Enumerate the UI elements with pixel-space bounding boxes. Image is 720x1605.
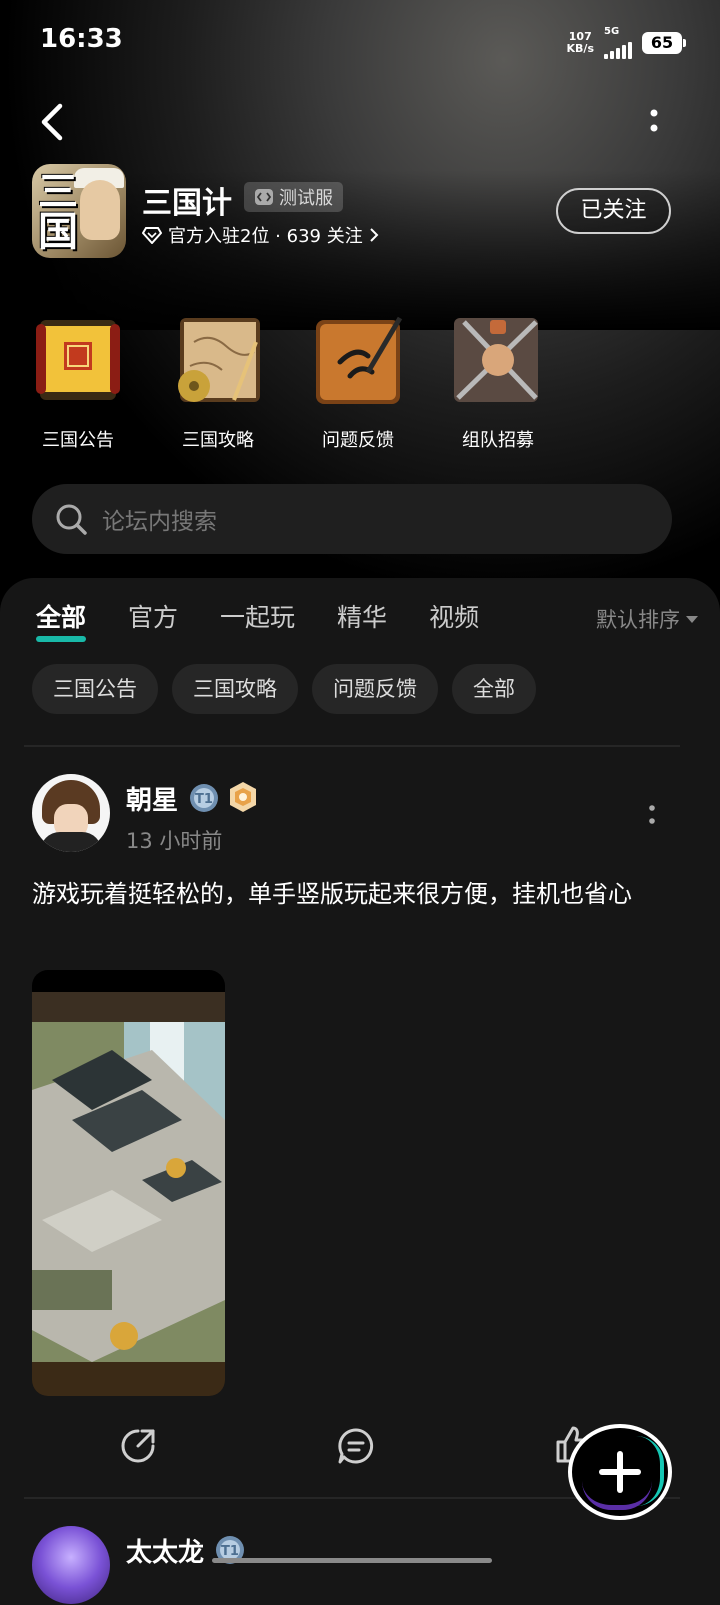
chevron-right-icon xyxy=(369,228,379,242)
create-post-button[interactable] xyxy=(568,1424,672,1520)
post-image-game-screenshot[interactable] xyxy=(32,970,225,1396)
game-logo: 三国 xyxy=(32,164,126,258)
shortcut-label: 三国攻略 xyxy=(182,430,254,451)
more-options-icon[interactable] xyxy=(644,104,664,140)
shortcut-label: 三国公告 xyxy=(42,430,114,451)
scroll-seal-icon xyxy=(36,320,120,400)
tab-featured[interactable]: 精华 xyxy=(337,598,387,634)
shortcut-label: 问题反馈 xyxy=(322,430,394,451)
game-meta[interactable]: 官方入驻2位 · 639 关注 xyxy=(142,222,379,248)
status-time: 16:33 xyxy=(40,24,123,54)
chip-feedback[interactable]: 问题反馈 xyxy=(312,664,438,714)
post-author[interactable]: 朝星 xyxy=(126,780,178,817)
avatar[interactable] xyxy=(32,774,110,852)
code-icon xyxy=(255,189,273,205)
brush-board-icon xyxy=(316,316,403,404)
chip-all[interactable]: 全部 xyxy=(452,664,536,714)
shortcut-announcement[interactable]: 三国公告 xyxy=(28,312,128,452)
chip-guide[interactable]: 三国攻略 xyxy=(172,664,298,714)
shortcut-label: 组队招募 xyxy=(462,430,534,451)
divider xyxy=(24,745,680,747)
chip-announcement[interactable]: 三国公告 xyxy=(32,664,158,714)
shortcut-feedback[interactable]: 问题反馈 xyxy=(308,312,408,452)
tab-video[interactable]: 视频 xyxy=(429,598,479,634)
signal-group: 5G xyxy=(604,26,632,59)
medal-icon xyxy=(230,782,256,812)
network-type: 5G xyxy=(604,26,620,37)
post-content[interactable]: 游戏玩着挺轻松的，单手竖版玩起来很方便，挂机也省心 xyxy=(32,874,682,915)
shortcut-team-recruit[interactable]: 组队招募 xyxy=(448,312,548,452)
test-server-badge: 测试服 xyxy=(244,182,343,212)
battery-icon: 65 xyxy=(642,31,686,54)
signal-icon xyxy=(604,41,632,59)
follow-button[interactable]: 已关注 xyxy=(556,188,671,234)
game-name: 三国计 xyxy=(142,186,232,221)
shortcut-row: 三国公告 三国攻略 问题反馈 组队招募 xyxy=(28,312,548,452)
sort-label: 默认排序 xyxy=(596,608,680,632)
diamond-icon xyxy=(142,227,162,244)
plus-icon xyxy=(599,1451,641,1493)
game-screenshot-image xyxy=(32,970,225,1396)
post-more-icon[interactable] xyxy=(644,802,660,828)
shortcut-guide[interactable]: 三国攻略 xyxy=(168,312,268,452)
sort-dropdown[interactable]: 默认排序 xyxy=(596,604,698,634)
search-icon xyxy=(56,504,87,535)
search-placeholder: 论坛内搜索 xyxy=(102,509,217,535)
tab-official[interactable]: 官方 xyxy=(128,598,178,634)
tab-indicator xyxy=(36,636,87,642)
tab-label: 全部 xyxy=(36,603,87,632)
avatar[interactable] xyxy=(32,1526,110,1604)
tab-all[interactable]: 全部 xyxy=(36,598,87,642)
test-badge-label: 测试服 xyxy=(279,188,333,209)
feed-tabs: 全部 官方 一起玩 精华 视频 xyxy=(36,598,521,642)
comment-icon[interactable] xyxy=(336,1426,376,1466)
crossed-weapons-icon xyxy=(454,318,538,402)
tab-play-together[interactable]: 一起玩 xyxy=(220,598,295,634)
caret-down-icon xyxy=(686,615,698,623)
home-indicator[interactable] xyxy=(212,1558,492,1563)
status-icons: 107 KB/s 5G 65 xyxy=(566,26,686,59)
map-scroll-icon xyxy=(178,318,260,402)
post-time: 13 小时前 xyxy=(126,829,223,853)
share-icon[interactable] xyxy=(118,1426,158,1466)
network-speed: 107 KB/s xyxy=(566,29,594,55)
forum-search-input[interactable]: 论坛内搜索 xyxy=(32,484,672,554)
post-author[interactable]: 太太龙 xyxy=(126,1532,204,1569)
level-badge-text: T1 xyxy=(195,792,213,807)
speed-unit: KB/s xyxy=(566,41,594,55)
back-arrow-icon[interactable] xyxy=(36,100,76,144)
level-badge-icon: T1 xyxy=(190,784,218,812)
level-badge-text: T1 xyxy=(221,1544,239,1559)
category-chips: 三国公告 三国攻略 问题反馈 全部 xyxy=(32,664,536,714)
speed-value: 107 xyxy=(568,29,592,43)
game-meta-text: 官方入驻2位 · 639 关注 xyxy=(168,226,363,247)
